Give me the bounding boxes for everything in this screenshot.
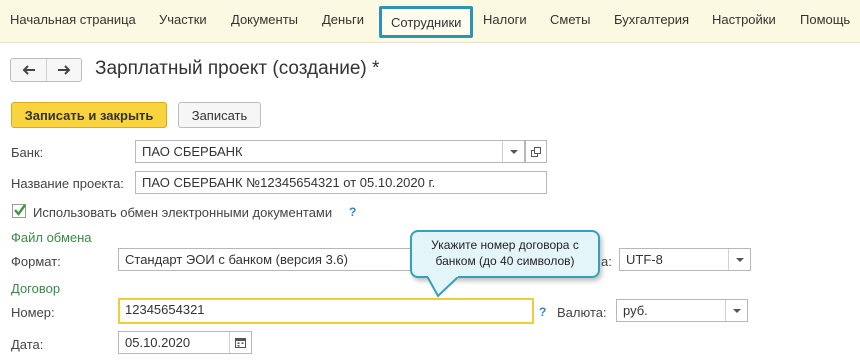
menu-item-accounting[interactable]: Бухгалтерия bbox=[614, 12, 689, 27]
format-value: Стандарт ЭОИ с банком (версия 3.6) bbox=[125, 252, 348, 267]
save-and-close-button[interactable]: Записать и закрыть bbox=[11, 102, 167, 128]
contract-number-tooltip: Укажите номер договора с банком (до 40 с… bbox=[410, 230, 600, 278]
encoding-label: а: bbox=[601, 254, 612, 269]
menu-item-taxes[interactable]: Налоги bbox=[483, 12, 527, 27]
contract-number-input[interactable]: 12345654321 bbox=[118, 298, 534, 324]
bank-value: ПАО СБЕРБАНК bbox=[142, 144, 243, 159]
main-menu-bar: Начальная страница Участки Документы Ден… bbox=[0, 0, 860, 43]
forward-arrow-icon[interactable] bbox=[46, 59, 81, 81]
menu-item-documents[interactable]: Документы bbox=[231, 12, 298, 27]
menu-item-settings[interactable]: Настройки bbox=[712, 12, 776, 27]
menu-item-sites[interactable]: Участки bbox=[159, 12, 207, 27]
back-arrow-icon[interactable] bbox=[11, 59, 46, 81]
currency-select[interactable]: руб. bbox=[616, 299, 748, 322]
date-input[interactable]: 05.10.2020 bbox=[118, 331, 252, 354]
exchange-file-section-title: Файл обмена bbox=[11, 230, 92, 245]
format-select[interactable]: Стандарт ЭОИ с банком (версия 3.6) bbox=[118, 248, 418, 271]
menu-item-money[interactable]: Деньги bbox=[322, 12, 364, 27]
edo-label: Использовать обмен электронными документ… bbox=[33, 205, 333, 220]
chevron-down-icon[interactable] bbox=[502, 141, 524, 162]
calendar-icon[interactable] bbox=[229, 332, 251, 353]
open-icon[interactable] bbox=[525, 140, 547, 163]
encoding-select[interactable]: UTF-8 bbox=[619, 248, 751, 271]
chevron-down-icon[interactable] bbox=[728, 249, 750, 270]
date-value: 05.10.2020 bbox=[125, 335, 191, 350]
menu-item-home[interactable]: Начальная страница bbox=[10, 12, 136, 27]
currency-value: руб. bbox=[623, 303, 648, 318]
page-title: Зарплатный проект (создание) * bbox=[95, 58, 380, 79]
number-label: Номер: bbox=[11, 305, 55, 320]
menu-item-help[interactable]: Помощь bbox=[800, 12, 850, 27]
tooltip-line: Укажите номер договора с bbox=[431, 238, 579, 252]
encoding-value: UTF-8 bbox=[626, 252, 663, 267]
project-name-label: Название проекта: bbox=[11, 176, 124, 191]
save-button[interactable]: Записать bbox=[178, 102, 261, 128]
bank-label: Банк: bbox=[11, 145, 44, 160]
menu-item-estimates[interactable]: Сметы bbox=[550, 12, 590, 27]
tooltip-pointer bbox=[426, 276, 460, 298]
help-icon[interactable]: ? bbox=[349, 205, 356, 219]
format-label: Формат: bbox=[11, 254, 61, 269]
contract-section-title: Договор bbox=[11, 281, 61, 296]
menu-item-employees[interactable]: Сотрудники bbox=[379, 6, 474, 38]
tooltip-line: банком (до 40 символов) bbox=[435, 254, 575, 268]
help-icon[interactable]: ? bbox=[539, 305, 546, 319]
date-label: Дата: bbox=[11, 337, 44, 352]
contract-number-value: 12345654321 bbox=[125, 302, 205, 317]
edo-checkbox[interactable] bbox=[12, 204, 26, 218]
bank-field[interactable]: ПАО СБЕРБАНК bbox=[135, 140, 525, 163]
chevron-down-icon[interactable] bbox=[725, 300, 747, 321]
checkmark-icon bbox=[14, 204, 26, 216]
history-nav bbox=[10, 58, 82, 82]
project-name-field[interactable]: ПАО СБЕРБАНК №12345654321 от 05.10.2020 … bbox=[135, 171, 547, 194]
project-name-value: ПАО СБЕРБАНК №12345654321 от 05.10.2020 … bbox=[142, 175, 436, 190]
currency-label: Валюта: bbox=[557, 305, 607, 320]
